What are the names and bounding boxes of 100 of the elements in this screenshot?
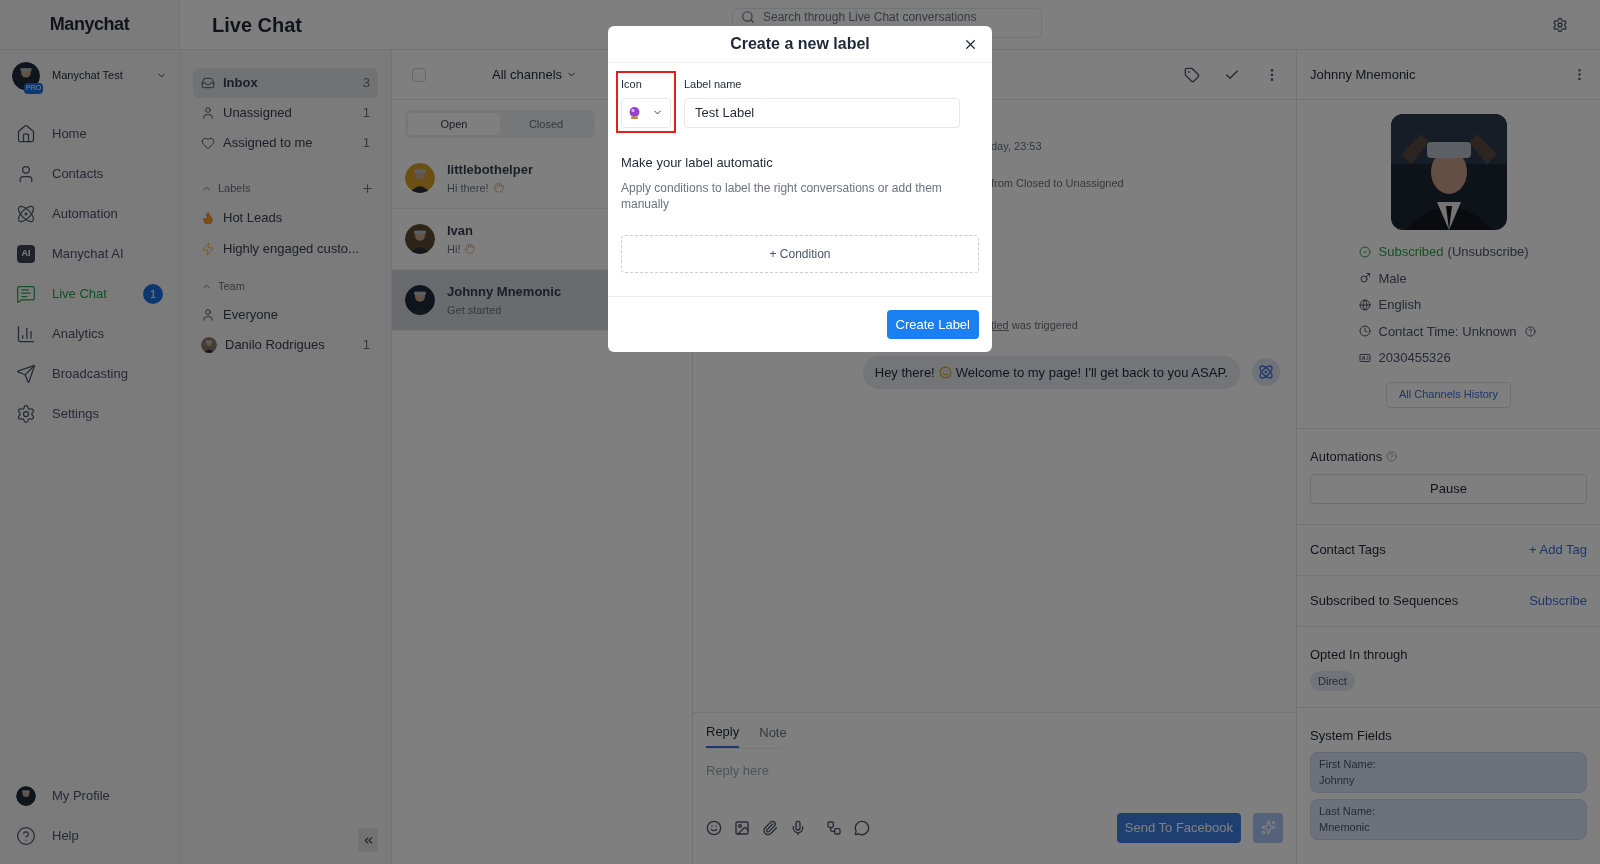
folder-item[interactable]: Assigned to me 1	[193, 128, 378, 158]
settings-icon[interactable]	[1552, 16, 1568, 33]
nav-item[interactable]: My Profile	[0, 776, 179, 816]
paperclip-icon[interactable]	[762, 819, 778, 836]
system-field[interactable]: First Name: Johnny	[1310, 751, 1587, 793]
event-text: day, 23:53	[991, 139, 1043, 154]
help-icon	[16, 826, 36, 846]
contact-name: littlebothelper	[447, 161, 533, 179]
pause-button[interactable]: Pause	[1310, 474, 1587, 504]
collapse-button[interactable]	[358, 828, 378, 852]
nav-item[interactable]: Help	[0, 816, 179, 856]
field-label: Label name	[684, 77, 743, 92]
help-icon[interactable]	[1524, 325, 1536, 337]
unsubscribe-link[interactable]: (Unsubscribe)	[1447, 242, 1529, 262]
chat-bubble-icon[interactable]	[854, 819, 870, 836]
team-count: 1	[362, 336, 370, 355]
close-icon[interactable]	[963, 37, 978, 52]
flow-icon[interactable]	[826, 819, 842, 836]
settings-icon	[16, 404, 36, 424]
contact-name: Johnny Mnemonic	[447, 283, 562, 301]
flame-icon	[201, 210, 215, 225]
team-item[interactable]: Danilo Rodrigues 1	[193, 330, 378, 360]
create-label-button[interactable]: Create Label	[886, 310, 979, 339]
count-badge: 1	[143, 284, 163, 304]
atom-icon	[16, 204, 36, 224]
history-button[interactable]: All Channels History	[1385, 381, 1511, 408]
inbox-icon	[201, 76, 215, 90]
composer-tab[interactable]: Reply	[706, 722, 740, 748]
folder-item[interactable]: Inbox 3	[193, 68, 378, 98]
image-icon[interactable]	[734, 819, 750, 836]
composer-tab[interactable]: Note	[759, 722, 787, 748]
contact-name: Ivan	[447, 222, 474, 240]
channel-filter[interactable]: All channels	[492, 64, 578, 85]
male-icon	[1358, 272, 1371, 285]
account-name: Manychat Test	[52, 68, 124, 84]
section-link[interactable]: Subscribe	[1529, 591, 1587, 611]
subscription-status: Subscribed	[1378, 243, 1444, 261]
section-title: System Fields	[1310, 727, 1393, 745]
section-title: Contact Tags	[1310, 541, 1387, 560]
message-preview: Hi!	[447, 241, 461, 257]
microphone-icon[interactable]	[790, 819, 806, 836]
hand-icon	[464, 243, 476, 255]
nav-item[interactable]: AI Manychat AI	[0, 234, 179, 274]
check-circle-icon	[1358, 245, 1371, 258]
sparkle-icon	[1260, 820, 1276, 835]
section-link[interactable]: + Add Tag	[1529, 540, 1587, 560]
chat-icon	[16, 284, 36, 304]
emoji-icon[interactable]	[706, 819, 722, 836]
smile-icon	[938, 365, 952, 379]
folder-count: 1	[362, 134, 370, 153]
hand-icon	[492, 182, 504, 194]
label-item[interactable]: Hot Leads	[193, 202, 378, 233]
section-title: Team	[218, 278, 246, 294]
nav-item[interactable]: Home	[0, 114, 179, 154]
status-tab[interactable]: Closed	[500, 113, 592, 135]
icon-picker[interactable]	[621, 97, 671, 128]
system-field[interactable]: Last Name: Mnemonic	[1310, 798, 1587, 840]
section-title: Labels	[218, 180, 252, 196]
add-condition-button[interactable]: + Condition	[621, 235, 979, 273]
nav-item[interactable]: Analytics	[0, 314, 179, 354]
field-label: Icon	[621, 77, 643, 92]
message-preview: Hi there!	[447, 180, 489, 196]
nav-item[interactable]: Broadcasting	[0, 354, 179, 394]
crystal-ball-icon	[629, 106, 640, 119]
atom-icon	[1258, 364, 1274, 381]
add-icon[interactable]	[361, 181, 374, 195]
status-tab[interactable]: Open	[408, 113, 500, 135]
search-icon	[741, 9, 755, 24]
contact-id: 2030455326	[1378, 349, 1451, 367]
ai-icon: AI	[17, 245, 35, 263]
tag-icon[interactable]	[1184, 66, 1200, 83]
label-item[interactable]: Highly engaged custo...	[193, 233, 378, 264]
nav-item[interactable]: Settings	[0, 394, 179, 434]
send-icon	[16, 364, 36, 384]
flow-link[interactable]: tled	[991, 319, 1009, 331]
label-name-field[interactable]: Test Label	[684, 97, 960, 128]
gender-text: Male	[1378, 269, 1407, 288]
select-all-checkbox[interactable]	[412, 67, 426, 82]
section-title: Automations	[1310, 447, 1383, 466]
nav-item[interactable]: Automation	[0, 194, 179, 234]
clock-icon	[1358, 325, 1371, 338]
source-chip: Direct	[1310, 670, 1355, 691]
contact-time-text: Contact Time: Unknown	[1378, 322, 1517, 341]
folder-item[interactable]: Unassigned 1	[193, 98, 378, 128]
message-bubble: Hey there! Welcome to my page! I'll get back to you ASAP.	[862, 355, 1240, 389]
contact-name: Johnny Mnemonic	[1310, 65, 1417, 84]
id-card-icon	[1358, 351, 1371, 364]
event-text: from Closed to Unassigned	[991, 175, 1125, 191]
bar-chart-icon	[16, 324, 36, 344]
nav-item[interactable]: Live Chat 1	[0, 274, 179, 314]
language-text: English	[1378, 296, 1422, 314]
section-title: Subscribed to Sequences	[1310, 592, 1460, 611]
page-title: Live Chat	[212, 12, 304, 38]
heart-icon	[201, 136, 215, 150]
person-icon	[201, 308, 215, 322]
section-title: Opted In through	[1310, 647, 1408, 662]
home-icon	[16, 124, 36, 144]
team-item[interactable]: Everyone	[193, 300, 378, 330]
nav-item[interactable]: Contacts	[0, 154, 179, 194]
event-text: tled was triggered	[991, 318, 1079, 333]
